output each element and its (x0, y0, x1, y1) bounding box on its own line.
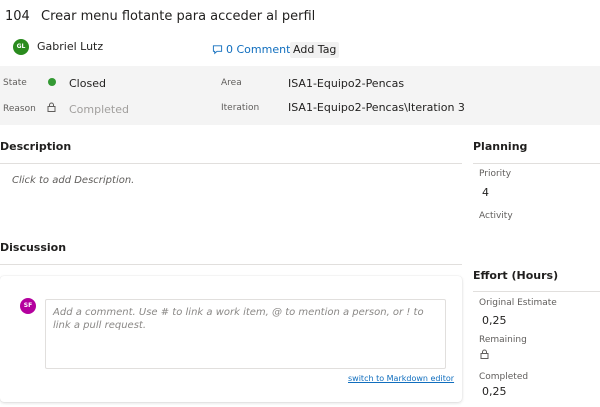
description-editor[interactable]: Click to add Description. (12, 175, 134, 186)
discussion-divider (0, 264, 462, 265)
area-value[interactable]: ISA1-Equipo2-Pencas (288, 77, 404, 90)
effort-divider (473, 291, 600, 292)
completed-value[interactable]: 0,25 (482, 385, 507, 398)
planning-title: Planning (473, 140, 528, 153)
remaining-lock-icon (480, 349, 489, 359)
activity-label: Activity (479, 211, 513, 221)
markdown-editor-link[interactable]: switch to Markdown editor (348, 374, 454, 383)
completed-label: Completed (479, 372, 529, 382)
remaining-label: Remaining (479, 335, 527, 345)
planning-divider (473, 163, 600, 164)
comment-icon (212, 45, 223, 55)
original-estimate-label: Original Estimate (479, 298, 557, 308)
comments-count: 0 Comments (226, 43, 297, 56)
description-divider (0, 163, 462, 164)
iteration-value[interactable]: ISA1-Equipo2-Pencas\Iteration 3 (288, 101, 465, 114)
work-item-title[interactable]: Crear menu flotante para acceder al perf… (41, 9, 315, 24)
effort-title: Effort (Hours) (473, 269, 559, 282)
assignee-name[interactable]: Gabriel Lutz (37, 40, 103, 53)
comments-link[interactable]: 0 Comments (212, 43, 296, 56)
description-title: Description (0, 140, 72, 153)
assignee-avatar[interactable]: GL (13, 39, 29, 55)
reason-label: Reason (3, 104, 36, 114)
state-label: State (3, 78, 27, 88)
fields-band (0, 66, 600, 125)
original-estimate-value[interactable]: 0,25 (482, 314, 507, 327)
area-label: Area (221, 78, 242, 88)
reason-value: Completed (69, 103, 129, 116)
priority-label: Priority (479, 169, 512, 179)
discussion-title: Discussion (0, 241, 67, 254)
user-avatar: SF (20, 298, 36, 314)
add-tag-button[interactable]: Add Tag (290, 42, 340, 58)
lock-icon (47, 102, 56, 112)
work-item-id: 104 (5, 9, 30, 24)
comment-input[interactable]: Add a comment. Use # to link a work item… (45, 299, 446, 369)
priority-value[interactable]: 4 (482, 186, 489, 199)
iteration-label: Iteration (221, 103, 260, 113)
state-value[interactable]: Closed (69, 77, 106, 90)
state-indicator (48, 78, 56, 86)
